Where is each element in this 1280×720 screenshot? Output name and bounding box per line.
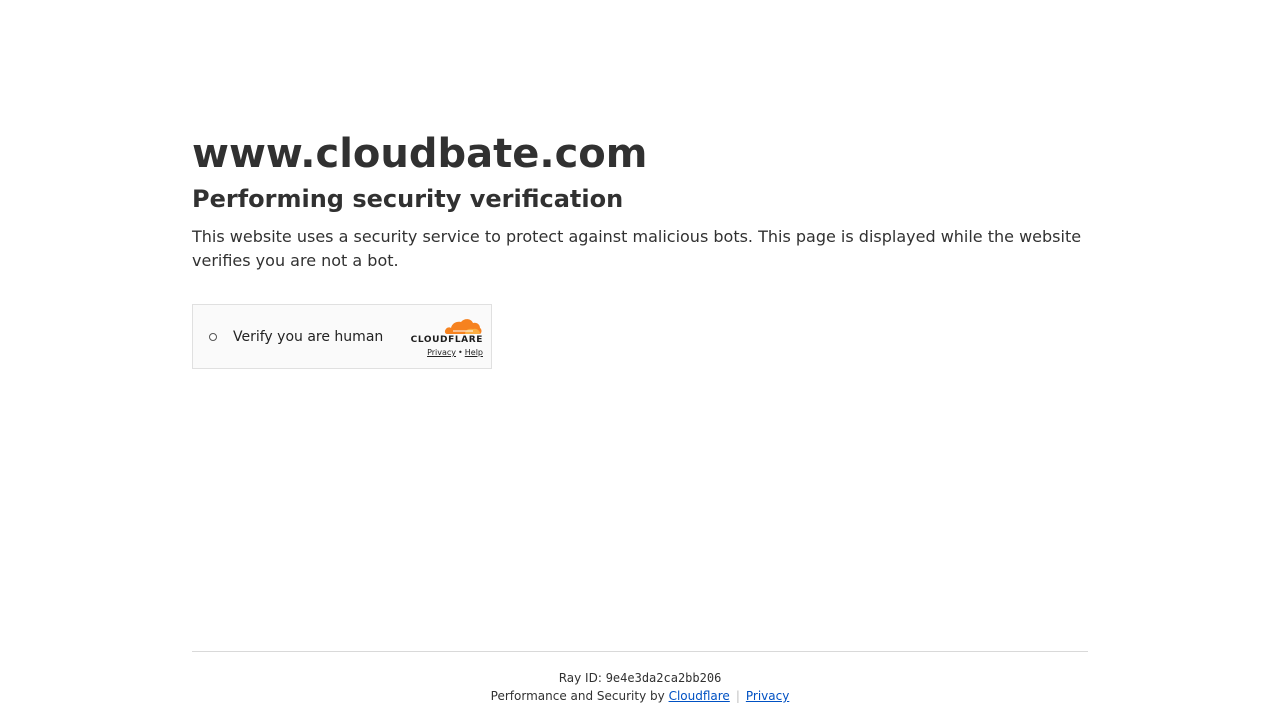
performance-text: Performance and Security by (490, 689, 665, 703)
ray-id-label: Ray ID: (558, 671, 602, 685)
main-content: www.cloudbate.com Performing security ve… (192, 128, 1088, 273)
cloudflare-cloud-icon (444, 319, 482, 334)
widget-privacy-link[interactable]: Privacy (427, 348, 456, 357)
widget-links: Privacy • Help (427, 348, 483, 357)
ray-id-value: 9e4e3da2ca2bb206 (605, 671, 722, 685)
widget-link-separator: • (458, 348, 463, 357)
verification-heading: Performing security verification (192, 185, 624, 213)
widget-help-link[interactable]: Help (465, 348, 483, 357)
cloudflare-wordmark: CLOUDFLARE (410, 335, 483, 345)
ray-id-line: Ray ID: 9e4e3da2ca2bb206 (192, 670, 1088, 686)
cloudflare-branding: CLOUDFLARE Privacy • Help (403, 317, 483, 359)
security-verification-page: www.cloudbate.com Performing security ve… (0, 0, 1280, 720)
verify-checkbox[interactable] (209, 333, 217, 341)
verify-label[interactable]: Verify you are human (233, 327, 383, 347)
performance-line: Performance and Security by Cloudflare | P… (192, 688, 1088, 704)
cloudflare-link[interactable]: Cloudflare (669, 689, 730, 703)
verification-description: This website uses a security service to … (192, 227, 1082, 270)
turnstile-widget: Verify you are human CLOUDFLARE Privacy •… (192, 304, 492, 369)
footer-privacy-link[interactable]: Privacy (746, 689, 789, 703)
footer-divider: | (735, 689, 740, 703)
site-domain-title: www.cloudbate.com (192, 131, 648, 177)
page-footer: Ray ID: 9e4e3da2ca2bb206 Performance and… (192, 651, 1088, 704)
